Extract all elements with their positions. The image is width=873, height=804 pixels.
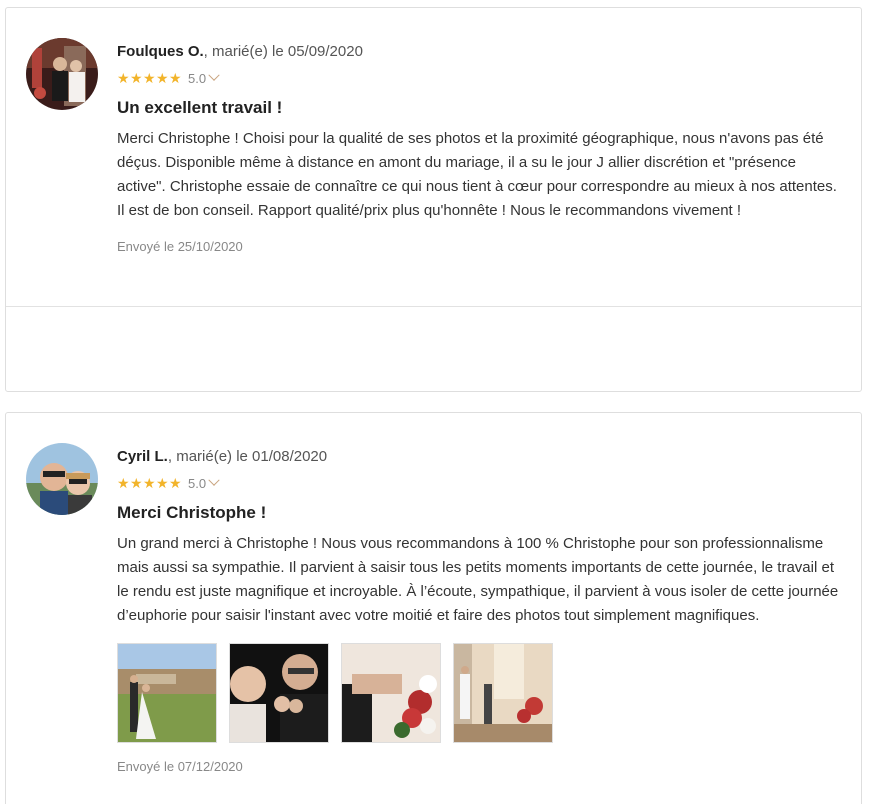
sent-date: Envoyé le 07/12/2020	[117, 759, 243, 774]
star-icon: ★	[143, 70, 156, 86]
review-title: Merci Christophe !	[117, 503, 267, 522]
star-icon: ★	[130, 475, 143, 491]
avatar[interactable]	[26, 38, 98, 110]
wedding-date: , marié(e) le 05/09/2020	[203, 43, 363, 60]
stars: ★ ★ ★ ★ ★	[117, 476, 182, 490]
review-title: Un excellent travail !	[117, 98, 283, 117]
author-name[interactable]: Cyril L.	[117, 448, 168, 465]
stars: ★ ★ ★ ★ ★	[117, 71, 182, 85]
wedding-date: , marié(e) le 01/08/2020	[167, 448, 328, 465]
star-icon: ★	[169, 70, 182, 86]
photo-thumbnail[interactable]	[341, 643, 441, 743]
avatar[interactable]	[26, 443, 98, 515]
divider	[6, 306, 861, 307]
review-card: Cyril L., marié(e) le 01/08/2020 ★ ★ ★ ★…	[5, 412, 862, 804]
rating[interactable]: ★ ★ ★ ★ ★ 5.0	[117, 474, 845, 491]
star-icon: ★	[130, 70, 143, 86]
rating-score: 5.0	[188, 70, 207, 86]
review-header: Foulques O., marié(e) le 05/09/2020	[117, 42, 845, 62]
star-icon: ★	[156, 70, 169, 86]
photo-gallery	[117, 643, 845, 743]
review-body: Un grand merci à Christophe ! Nous vous …	[117, 535, 839, 624]
rating-score: 5.0	[188, 475, 207, 491]
star-icon: ★	[169, 475, 182, 491]
review-header: Cyril L., marié(e) le 01/08/2020	[117, 447, 845, 467]
review-card: Foulques O., marié(e) le 05/09/2020 ★ ★ …	[5, 7, 862, 392]
star-icon: ★	[117, 475, 130, 491]
rating[interactable]: ★ ★ ★ ★ ★ 5.0	[117, 69, 845, 86]
photo-thumbnail[interactable]	[117, 643, 217, 743]
sent-date: Envoyé le 25/10/2020	[117, 239, 243, 254]
star-icon: ★	[143, 475, 156, 491]
star-icon: ★	[117, 70, 130, 86]
photo-thumbnail[interactable]	[453, 643, 553, 743]
photo-thumbnail[interactable]	[229, 643, 329, 743]
star-icon: ★	[156, 475, 169, 491]
chevron-down-icon[interactable]	[208, 474, 220, 486]
review-body: Merci Christophe ! Choisi pour la qualit…	[117, 130, 837, 219]
chevron-down-icon[interactable]	[208, 69, 220, 81]
author-name[interactable]: Foulques O.	[117, 43, 204, 60]
